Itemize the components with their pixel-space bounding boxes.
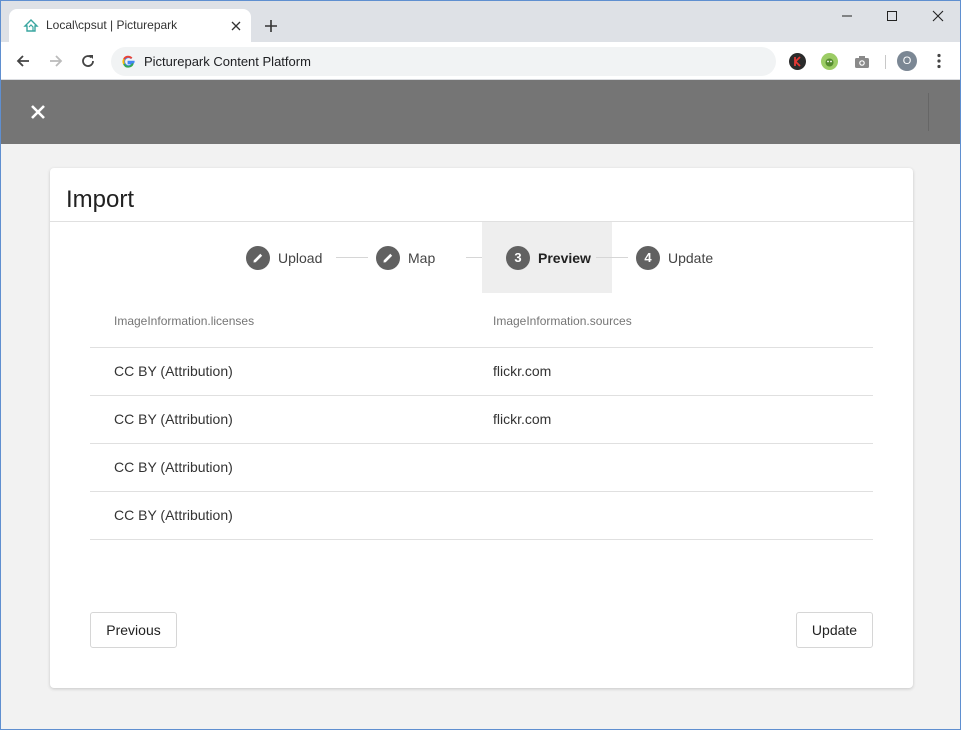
step-connector [336, 257, 368, 258]
preview-table: ImageInformation.licenses ImageInformati… [90, 293, 873, 540]
step-label: Upload [278, 249, 323, 266]
license-cell: CC BY (Attribution) [114, 411, 233, 427]
browser-window: Local\cpsut | Picturepark Picturepark Co… [0, 0, 961, 730]
extension-bug-icon[interactable] [821, 53, 838, 70]
step-map[interactable]: Map [376, 222, 435, 293]
column-header-licenses: ImageInformation.licenses [114, 314, 255, 328]
step-preview[interactable]: 3 Preview [482, 222, 612, 293]
profile-avatar[interactable]: O [897, 51, 917, 71]
step-connector [596, 257, 628, 258]
table-row: CC BY (Attribution) [90, 492, 873, 540]
source-cell: flickr.com [493, 411, 552, 427]
edit-icon [246, 245, 270, 270]
address-bar[interactable]: Picturepark Content Platform [111, 47, 776, 76]
update-button[interactable]: Update [796, 612, 873, 648]
table-header: ImageInformation.licenses ImageInformati… [90, 293, 873, 348]
step-update[interactable]: 4 Update [636, 222, 713, 293]
step-label: Preview [538, 249, 591, 266]
step-number: 3 [506, 245, 530, 270]
close-icon[interactable] [27, 101, 49, 123]
window-close-icon[interactable] [923, 5, 953, 27]
table-row: CC BY (Attribution) [90, 444, 873, 492]
toolbar-separator [885, 55, 886, 69]
reload-icon[interactable] [76, 49, 100, 73]
minimize-icon[interactable] [832, 5, 862, 27]
header-divider [928, 93, 929, 131]
new-tab-icon[interactable] [260, 15, 282, 37]
stepper: Upload Map 3 Preview 4 Update [50, 222, 913, 293]
edit-icon [376, 245, 400, 270]
step-upload[interactable]: Upload [246, 222, 322, 293]
picturepark-favicon-icon [23, 18, 39, 34]
license-cell: CC BY (Attribution) [114, 363, 233, 379]
extension-k-icon[interactable] [789, 53, 806, 70]
tab-title: Local\cpsut | Picturepark [46, 18, 178, 32]
address-text: Picturepark Content Platform [144, 54, 311, 69]
step-label: Map [408, 249, 436, 266]
google-icon [121, 54, 136, 69]
source-cell: flickr.com [493, 363, 552, 379]
forward-arrow-icon[interactable] [44, 49, 68, 73]
browser-tab[interactable]: Local\cpsut | Picturepark [9, 9, 251, 43]
previous-button[interactable]: Previous [90, 612, 177, 648]
page-title: Import [66, 186, 135, 213]
browser-toolbar: Picturepark Content Platform O [1, 42, 960, 80]
main-content: Import Upload Map 3 Preview 4 Update Ima… [1, 144, 960, 729]
kebab-menu-icon[interactable] [927, 49, 951, 73]
tab-strip: Local\cpsut | Picturepark [1, 0, 960, 43]
column-header-sources: ImageInformation.sources [493, 314, 632, 328]
camera-icon[interactable] [850, 50, 874, 74]
table-row: CC BY (Attribution) flickr.com [90, 348, 873, 396]
step-number: 4 [636, 245, 660, 270]
license-cell: CC BY (Attribution) [114, 459, 233, 475]
table-row: CC BY (Attribution) flickr.com [90, 396, 873, 444]
tab-close-icon[interactable] [227, 17, 245, 35]
step-label: Update [668, 249, 714, 266]
import-dialog: Import Upload Map 3 Preview 4 Update Ima… [50, 168, 913, 688]
back-arrow-icon[interactable] [11, 49, 35, 73]
maximize-icon[interactable] [877, 5, 907, 27]
license-cell: CC BY (Attribution) [114, 507, 233, 523]
app-header [1, 80, 960, 144]
